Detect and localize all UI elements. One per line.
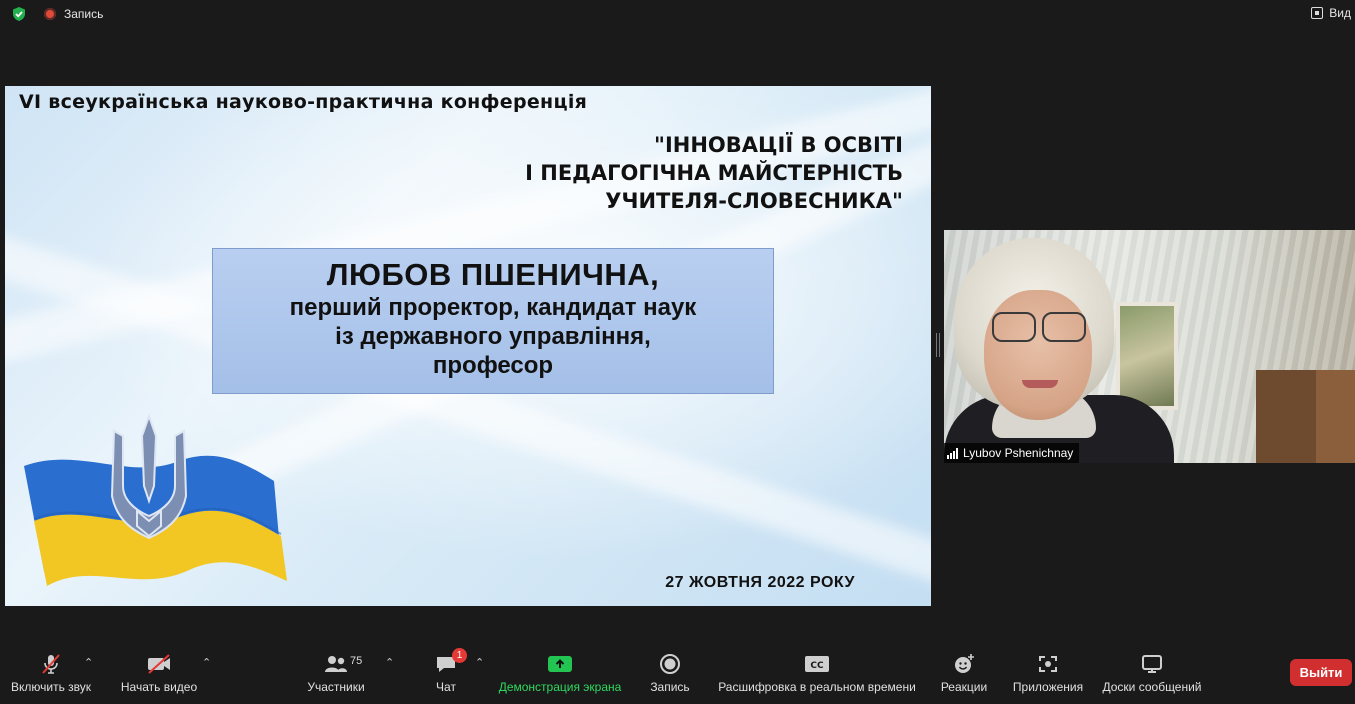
chat-unread-badge: 1 <box>452 648 467 663</box>
apps-icon <box>1039 656 1057 672</box>
conference-date: 27 ЖОВТНЯ 2022 РОКУ <box>665 574 855 591</box>
participant-name: Lyubov Pshenichnay <box>963 446 1074 460</box>
participants-button[interactable]: 75 Участники <box>302 652 370 694</box>
video-camera-off-icon <box>148 654 170 674</box>
shared-screen-slide: VI всеукраїнська науково-практична конфе… <box>5 86 931 606</box>
whiteboard-icon <box>1142 655 1162 673</box>
participants-icon <box>325 656 347 672</box>
audio-options-chevron-up-icon[interactable]: ⌃ <box>84 656 93 669</box>
leave-meeting-button[interactable]: Выйти <box>1290 659 1352 686</box>
participants-count: 75 <box>350 655 363 667</box>
chat-label: Чат <box>436 680 456 694</box>
top-bar: Запись Вид <box>0 0 1355 28</box>
chat-button[interactable]: 1 Чат <box>424 648 468 694</box>
wall-painting <box>1116 302 1178 410</box>
speaker-name: ЛЮБОВ ПШЕНИЧНА, <box>326 257 660 292</box>
participant-name-tag: Lyubov Pshenichnay <box>944 443 1080 463</box>
conference-name: "ІННОВАЦІЇ В ОСВІТІ І ПЕДАГОГІЧНА МАЙСТЕ… <box>525 133 903 213</box>
door <box>1256 370 1316 463</box>
start-video-button[interactable]: Начать видео <box>118 652 200 694</box>
meeting-toolbar: Включить звук ⌃ Начать видео ⌃ 75 Участн… <box>0 638 1355 704</box>
apps-label: Приложения <box>1012 680 1084 694</box>
whiteboards-label: Доски сообщений <box>1102 680 1202 694</box>
participant-mouth <box>1022 380 1058 388</box>
share-screen-arrow-icon <box>548 656 572 672</box>
microphone-muted-icon <box>42 654 60 674</box>
video-options-chevron-up-icon[interactable]: ⌃ <box>202 656 211 669</box>
whiteboards-button[interactable]: Доски сообщений <box>1100 652 1204 694</box>
participant-video-tile[interactable]: Lyubov Pshenichnay <box>944 230 1355 463</box>
reactions-button[interactable]: Реакции <box>938 652 990 694</box>
reactions-label: Реакции <box>940 680 988 694</box>
record-button[interactable]: Запись <box>646 652 694 694</box>
panel-splitter-handle[interactable] <box>936 333 940 357</box>
security-shield-icon[interactable] <box>11 6 27 22</box>
svg-text:CC: CC <box>810 661 824 671</box>
view-grid-icon <box>1311 7 1324 19</box>
door <box>1316 370 1355 463</box>
view-label: Вид <box>1329 6 1351 20</box>
unmute-label: Включить звук <box>10 680 92 694</box>
ukraine-flag-trident-icon <box>24 412 287 586</box>
participants-label: Участники <box>307 680 365 694</box>
record-label: Запись <box>650 680 690 694</box>
speaker-role: перший проректор, кандидат наук із держа… <box>289 294 697 379</box>
share-screen-button[interactable]: Демонстрация экрана <box>497 652 623 694</box>
recording-label: Запись <box>64 7 104 21</box>
connection-signal-icon <box>947 447 958 459</box>
live-transcript-button[interactable]: CC Расшифровка в реальном времени <box>716 652 918 694</box>
recording-icon <box>44 8 56 20</box>
participant-glasses <box>992 312 1086 342</box>
speaker-box: ЛЮБОВ ПШЕНИЧНА, перший проректор, кандид… <box>212 248 774 394</box>
chat-options-chevron-up-icon[interactable]: ⌃ <box>475 656 484 669</box>
participant-face <box>984 290 1092 420</box>
start-video-label: Начать видео <box>120 680 198 694</box>
live-transcript-label: Расшифровка в реальном времени <box>718 680 916 694</box>
conference-title: VI всеукраїнська науково-практична конфе… <box>19 91 588 113</box>
unmute-button[interactable]: Включить звук <box>8 652 94 694</box>
record-icon <box>660 654 680 674</box>
recording-indicator[interactable]: Запись <box>44 7 103 21</box>
apps-button[interactable]: Приложения <box>1010 652 1086 694</box>
reaction-smiley-icon <box>955 654 974 673</box>
closed-captions-icon: CC <box>805 656 829 672</box>
participants-options-chevron-up-icon[interactable]: ⌃ <box>385 656 394 669</box>
view-button[interactable]: Вид <box>1311 6 1351 20</box>
share-screen-label: Демонстрация экрана <box>498 680 622 694</box>
